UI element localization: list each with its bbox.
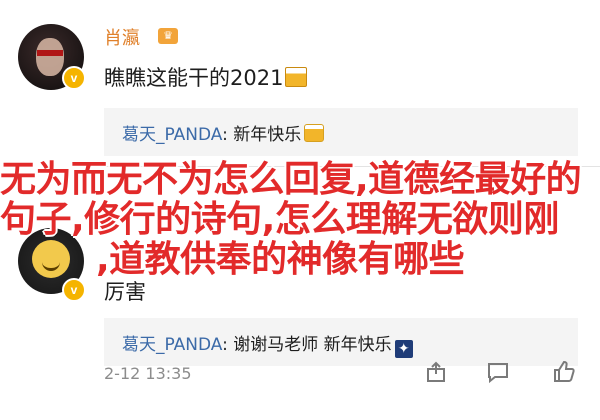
reply-line: 葛天_PANDA: 新年快乐 [122,120,325,145]
beer-emoji-icon [285,67,308,87]
cheers-emoji-icon [304,124,325,142]
reply-text: 谢谢马老师 新年快乐 [233,335,392,355]
comment-text: 瞧瞧这能干的2021 [104,62,308,92]
share-icon[interactable] [424,360,448,384]
comment-text: 厉害 [104,280,146,304]
verified-badge-icon: v [62,278,86,302]
overlay-line: 句子,修行的诗句,怎么理解无欲则刚 [0,199,559,240]
comment-timestamp: 2-12 13:35 [104,364,192,383]
comment-icon[interactable] [486,360,510,384]
reply-author[interactable]: 葛天_PANDA [122,335,222,355]
reply-line: 葛天_PANDA: 谢谢马老师 新年快乐 ✦ [122,330,413,358]
reply-box[interactable]: 葛天_PANDA: 新年快乐 [104,108,578,156]
reply-author[interactable]: 葛天_PANDA [122,125,222,145]
like-icon[interactable] [552,360,576,384]
sparkle-emoji-icon: ✦ [394,340,413,358]
verified-badge-icon: v [62,66,86,90]
reply-text: 新年快乐 [233,125,302,145]
reply-box[interactable]: 葛天_PANDA: 谢谢马老师 新年快乐 ✦ [104,318,578,366]
overlay-line: 无为而无不为怎么回复,道德经最好的 [0,159,582,200]
overlay-line: ,道教供奉的神像有哪些 [96,239,465,280]
comment-text-content: 瞧瞧这能干的2021 [104,66,284,90]
crown-icon: ♛ [158,28,178,44]
comment-username[interactable]: 肖瀛 [104,24,140,50]
reply-separator: : [222,335,234,355]
overlay-caption: 无为而无不为怎么回复,道德经最好的 句子,修行的诗句,怎么理解无欲则刚 ,道教供… [0,160,600,280]
reply-separator: : [222,125,234,145]
